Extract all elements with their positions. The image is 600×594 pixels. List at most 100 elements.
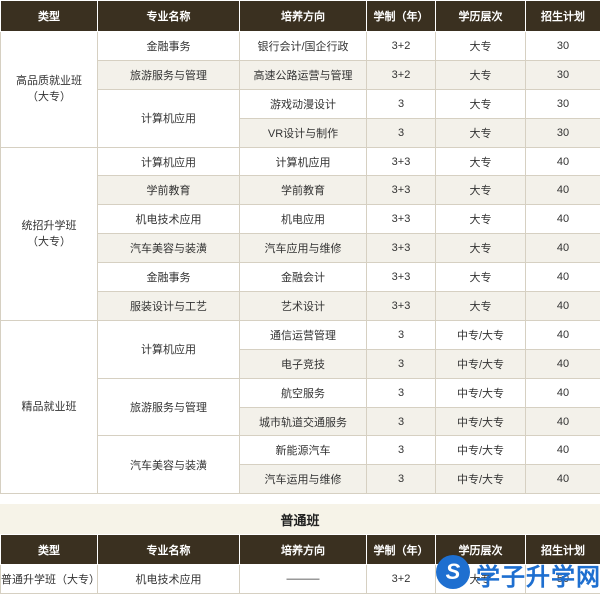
major-cell: 计算机应用	[98, 89, 240, 147]
header-years: 学制（年）	[367, 1, 436, 32]
category-label: 高品质就业班	[16, 75, 82, 87]
years-cell: 3+3	[367, 205, 436, 234]
direction-cell: 汽车应用与维修	[240, 234, 367, 263]
major-cell: 学前教育	[98, 176, 240, 205]
direction-cell: 电子竞技	[240, 349, 367, 378]
direction-cell: 游戏动漫设计	[240, 89, 367, 118]
watermark-logo-icon: S	[436, 555, 470, 589]
major-cell: 计算机应用	[98, 147, 240, 176]
major-cell: 旅游服务与管理	[98, 378, 240, 436]
major-cell: 汽车美容与装潢	[98, 436, 240, 494]
table-header-row: 类型 专业名称 培养方向 学制（年） 学历层次 招生计划	[1, 1, 600, 32]
level-cell: 中专/大专	[436, 349, 526, 378]
direction-cell: 学前教育	[240, 176, 367, 205]
years-cell: 3+3	[367, 263, 436, 292]
direction-cell: 机电应用	[240, 205, 367, 234]
level-cell: 中专/大专	[436, 320, 526, 349]
direction-cell: 银行会计/国企行政	[240, 32, 367, 61]
direction-cell: 高速公路运营与管理	[240, 60, 367, 89]
header-direction: 培养方向	[240, 535, 367, 565]
category-cell: 普通升学班（大专）	[1, 565, 98, 594]
years-cell: 3+3	[367, 176, 436, 205]
header-level: 学历层次	[436, 1, 526, 32]
plan-cell: 40	[526, 378, 600, 407]
direction-cell: 汽车运用与维修	[240, 465, 367, 494]
direction-cell: 新能源汽车	[240, 436, 367, 465]
watermark-text: 学子升学网	[476, 557, 600, 592]
level-cell: 中专/大专	[436, 378, 526, 407]
category-label: 统招升学班	[22, 220, 77, 232]
plan-cell: 40	[526, 407, 600, 436]
header-type: 类型	[1, 535, 98, 565]
table-row: 精品就业班 计算机应用 通信运营管理 3 中专/大专 40	[1, 320, 600, 349]
category-cell: 精品就业班	[1, 320, 98, 493]
level-cell: 大专	[436, 292, 526, 321]
direction-cell: 金融会计	[240, 263, 367, 292]
years-cell: 3	[367, 118, 436, 147]
header-plan: 招生计划	[526, 1, 600, 32]
category-cell: 统招升学班 （大专）	[1, 147, 98, 320]
years-cell: 3	[367, 89, 436, 118]
direction-cell: VR设计与制作	[240, 118, 367, 147]
plan-cell: 30	[526, 32, 600, 61]
plan-cell: 40	[526, 176, 600, 205]
level-cell: 中专/大专	[436, 407, 526, 436]
category-sublabel: （大专）	[27, 236, 71, 248]
plan-cell: 30	[526, 89, 600, 118]
header-major: 专业名称	[98, 1, 240, 32]
direction-cell: 艺术设计	[240, 292, 367, 321]
plan-cell: 40	[526, 465, 600, 494]
section-title-regular-class: 普通班	[0, 504, 600, 534]
plan-cell: 40	[526, 349, 600, 378]
major-cell: 服装设计与工艺	[98, 292, 240, 321]
direction-cell: 计算机应用	[240, 147, 367, 176]
plan-cell: 40	[526, 205, 600, 234]
level-cell: 大专	[436, 234, 526, 263]
header-major: 专业名称	[98, 535, 240, 565]
plan-cell: 40	[526, 292, 600, 321]
major-cell: 机电技术应用	[98, 565, 240, 594]
direction-cell: 通信运营管理	[240, 320, 367, 349]
level-cell: 大专	[436, 147, 526, 176]
years-cell: 3	[367, 349, 436, 378]
level-cell: 大专	[436, 263, 526, 292]
major-cell: 汽车美容与装潢	[98, 234, 240, 263]
header-direction: 培养方向	[240, 1, 367, 32]
years-cell: 3+3	[367, 234, 436, 263]
category-label: 精品就业班	[22, 401, 77, 413]
header-type: 类型	[1, 1, 98, 32]
years-cell: 3	[367, 436, 436, 465]
level-cell: 中专/大专	[436, 465, 526, 494]
years-cell: 3	[367, 378, 436, 407]
level-cell: 大专	[436, 176, 526, 205]
level-cell: 大专	[436, 32, 526, 61]
years-cell: 3+3	[367, 292, 436, 321]
years-cell: 3+3	[367, 147, 436, 176]
level-cell: 大专	[436, 205, 526, 234]
years-cell: 3+2	[367, 32, 436, 61]
plan-cell: 30	[526, 60, 600, 89]
level-cell: 大专	[436, 60, 526, 89]
direction-cell: 城市轨道交通服务	[240, 407, 367, 436]
major-cell: 金融事务	[98, 263, 240, 292]
major-cell: 旅游服务与管理	[98, 60, 240, 89]
level-cell: 大专	[436, 118, 526, 147]
years-cell: 3	[367, 465, 436, 494]
watermark: S 学子升学网	[436, 553, 600, 593]
years-cell: 3+2	[367, 60, 436, 89]
years-cell: 3	[367, 320, 436, 349]
direction-cell: 航空服务	[240, 378, 367, 407]
major-cell: 金融事务	[98, 32, 240, 61]
plan-cell: 40	[526, 436, 600, 465]
level-cell: 大专	[436, 89, 526, 118]
plan-cell: 30	[526, 118, 600, 147]
plan-cell: 40	[526, 234, 600, 263]
major-cell: 计算机应用	[98, 320, 240, 378]
plan-cell: 40	[526, 263, 600, 292]
header-years: 学制（年）	[367, 535, 436, 565]
level-cell: 中专/大专	[436, 436, 526, 465]
direction-cell: ———	[240, 565, 367, 594]
plan-cell: 40	[526, 147, 600, 176]
admissions-table: 类型 专业名称 培养方向 学制（年） 学历层次 招生计划 高品质就业班 （大专）…	[0, 0, 600, 494]
table-row: 高品质就业班 （大专） 金融事务 银行会计/国企行政 3+2 大专 30	[1, 32, 600, 61]
